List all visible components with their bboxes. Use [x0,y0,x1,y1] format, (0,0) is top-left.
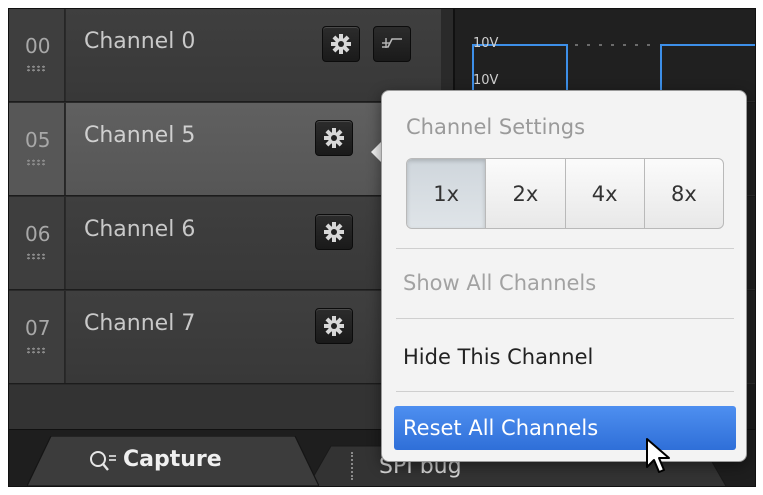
channel-row[interactable]: 00 Channel 0 [9,9,441,102]
waveform-strip-channel-0: 10V 10V [455,9,755,102]
channel-number: 07 [25,316,51,340]
menu-divider [396,318,734,319]
menu-item-show-all-channels[interactable]: Show All Channels [394,261,736,305]
channel-number-cell: 06 [9,197,65,289]
drag-handle-icon[interactable] [26,253,46,260]
channel-settings-button[interactable] [315,308,353,344]
zoom-segmented-control: 1x 2x 4x 8x [406,158,724,229]
trigger-edge-icon [382,38,402,48]
channel-number-cell: 00 [9,9,65,101]
channel-number: 05 [25,128,51,152]
zoom-1x-button[interactable]: 1x [407,159,487,228]
channel-row[interactable]: 06 Channel 6 [9,197,441,290]
channel-number: 06 [25,222,51,246]
scale-label: 10V [473,73,499,88]
gear-icon [324,316,344,336]
menu-divider [396,248,734,249]
gear-icon [324,222,344,242]
trigger-button[interactable] [373,26,411,62]
drag-handle-icon[interactable] [26,159,46,166]
channel-settings-button[interactable] [322,26,360,62]
channel-number: 00 [25,34,51,58]
zoom-4x-button[interactable]: 4x [566,159,645,228]
channel-name[interactable]: Channel 0 [84,29,195,54]
mouse-cursor-icon [646,438,670,473]
scale-label: 10V [473,36,499,51]
zoom-8x-button[interactable]: 8x [645,159,723,228]
zoom-2x-button[interactable]: 2x [486,159,566,228]
search-icon [90,451,116,471]
channel-row[interactable]: 07 Channel 7 [9,291,441,384]
channel-settings-button[interactable] [315,214,353,250]
logic-analyzer-window: 10V 10V 00 Channel 0 05 Channel 5 06 Cha… [8,8,756,487]
channel-settings-popover: Channel Settings 1x 2x 4x 8x Show All Ch… [381,90,747,462]
drag-handle-icon[interactable] [26,347,46,354]
channel-settings-button[interactable] [315,120,353,156]
gear-icon [331,34,351,54]
menu-item-hide-this-channel[interactable]: Hide This Channel [394,335,736,379]
gear-icon [324,128,344,148]
channel-number-cell: 05 [9,103,65,195]
tab-capture[interactable]: Capture [27,436,319,486]
channel-name[interactable]: Channel 7 [84,311,195,336]
tab-label: Capture [123,447,222,472]
menu-item-reset-all-channels[interactable]: Reset All Channels [394,406,736,450]
menu-divider [396,391,734,392]
popover-title: Channel Settings [406,115,586,139]
channel-name[interactable]: Channel 6 [84,217,195,242]
channel-number-cell: 07 [9,291,65,383]
waveform-trace [472,44,755,92]
channel-name[interactable]: Channel 5 [84,123,195,148]
tab-separator [351,452,353,480]
drag-handle-icon[interactable] [26,65,46,72]
channel-list-spacer [9,385,441,429]
